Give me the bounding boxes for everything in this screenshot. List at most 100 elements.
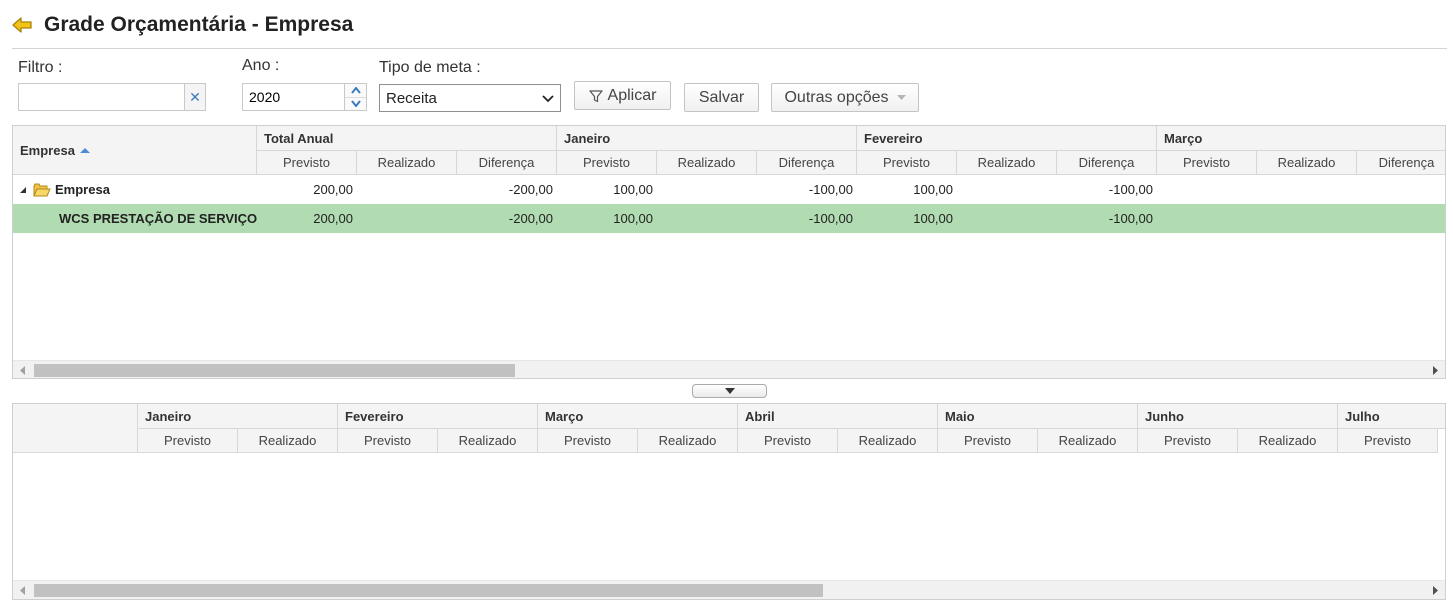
group-header-janeiro: Janeiro	[138, 404, 338, 429]
grid2-sub-header-row: Previsto Realizado Previsto Realizado Pr…	[138, 429, 1438, 453]
scroll-left-icon[interactable]	[13, 361, 33, 378]
horizontal-scrollbar[interactable]	[13, 580, 1445, 599]
ano-spinner	[345, 83, 367, 111]
group-header-abril: Abril	[738, 404, 938, 429]
sub-header-diferenca: Diferença	[457, 151, 557, 175]
group-header-marco: Março	[1157, 126, 1445, 151]
table-row-empresa[interactable]: Empresa 200,00 -200,00 100,00 -100,00 10…	[13, 175, 1445, 204]
ano-label: Ano :	[242, 57, 280, 74]
sub-header-realizado: Realizado	[1038, 429, 1138, 453]
sub-header-previsto: Previsto	[257, 151, 357, 175]
sub-header-realizado: Realizado	[1257, 151, 1357, 175]
cell-janeiro-diferenca: -100,00	[808, 182, 853, 197]
chevron-down-icon[interactable]	[345, 96, 366, 111]
cell-marco-previsto	[1157, 204, 1257, 233]
sub-header-previsto: Previsto	[938, 429, 1038, 453]
cell-total-previsto: 200,00	[313, 211, 353, 226]
aplicar-label: Aplicar	[607, 86, 657, 104]
sub-header-diferenca: Diferença	[757, 151, 857, 175]
chevron-up-icon[interactable]	[345, 84, 366, 97]
sub-header-diferenca: Diferença	[1357, 151, 1445, 175]
cell-fevereiro-realizado	[957, 175, 1057, 204]
sub-header-previsto: Previsto	[1138, 429, 1238, 453]
filtro-field: ✕	[18, 83, 206, 111]
sub-header-realizado: Realizado	[638, 429, 738, 453]
cell-janeiro-realizado	[657, 175, 757, 204]
grid1-sub-header-row: Previsto Realizado Diferença Previsto Re…	[257, 151, 1445, 175]
table-row-wcs[interactable]: WCS PRESTAÇÃO DE SERVIÇOS 200,00 -200,00…	[13, 204, 1445, 233]
ano-input[interactable]	[242, 83, 345, 111]
cell-total-previsto: 200,00	[313, 182, 353, 197]
cell-marco-diferenca	[1357, 175, 1445, 204]
chevron-down-icon	[896, 94, 906, 101]
group-header-julho: Julho	[1338, 404, 1445, 429]
title-divider	[12, 48, 1447, 49]
cell-total-realizado	[357, 175, 457, 204]
sub-header-previsto: Previsto	[1338, 429, 1438, 453]
scrollbar-thumb[interactable]	[34, 364, 515, 377]
page-title: Grade Orçamentária - Empresa	[44, 13, 354, 36]
sub-header-previsto: Previsto	[138, 429, 238, 453]
group-header-maio: Maio	[938, 404, 1138, 429]
sub-header-realizado: Realizado	[957, 151, 1057, 175]
group-header-marco: Março	[538, 404, 738, 429]
salvar-button[interactable]: Salvar	[684, 83, 759, 112]
row-name-cell: WCS PRESTAÇÃO DE SERVIÇOS	[13, 204, 257, 233]
sub-header-previsto: Previsto	[1157, 151, 1257, 175]
filtro-label: Filtro :	[18, 59, 63, 76]
back-arrow-icon[interactable]	[12, 16, 34, 34]
title-bar: Grade Orçamentária - Empresa	[12, 8, 353, 42]
close-icon[interactable]: ✕	[184, 83, 206, 111]
scrollbar-thumb[interactable]	[34, 584, 823, 597]
panel-splitter-toggle[interactable]	[692, 384, 767, 398]
cell-janeiro-previsto: 100,00	[613, 211, 653, 226]
group-header-fevereiro: Fevereiro	[338, 404, 538, 429]
sub-header-realizado: Realizado	[1238, 429, 1338, 453]
aplicar-button[interactable]: Aplicar	[574, 81, 671, 110]
tipo-meta-label: Tipo de meta :	[379, 59, 481, 76]
sub-header-previsto: Previsto	[557, 151, 657, 175]
filter-icon	[588, 89, 603, 103]
grid2-corner-header	[13, 404, 138, 453]
sub-header-realizado: Realizado	[838, 429, 938, 453]
sub-header-previsto: Previsto	[538, 429, 638, 453]
monthly-grid: Janeiro Fevereiro Março Abril Maio Junho…	[12, 403, 1446, 600]
sub-header-realizado: Realizado	[657, 151, 757, 175]
ano-field	[242, 83, 367, 111]
cell-janeiro-realizado	[657, 204, 757, 233]
cell-fevereiro-previsto: 100,00	[913, 211, 953, 226]
sub-header-diferenca: Diferença	[1057, 151, 1157, 175]
group-header-total-anual: Total Anual	[257, 126, 557, 151]
expand-triangle-icon[interactable]	[19, 186, 27, 194]
sub-header-previsto: Previsto	[338, 429, 438, 453]
sub-header-realizado: Realizado	[238, 429, 338, 453]
cell-fevereiro-diferenca: -100,00	[1108, 182, 1153, 197]
grid1-group-header-row: Total Anual Janeiro Fevereiro Março	[257, 126, 1445, 151]
scroll-right-icon[interactable]	[1425, 581, 1445, 599]
cell-janeiro-diferenca: -100,00	[808, 211, 853, 226]
scroll-right-icon[interactable]	[1425, 361, 1445, 378]
sub-header-realizado: Realizado	[357, 151, 457, 175]
empresa-column-header[interactable]: Empresa	[13, 126, 257, 175]
row-name-label: Empresa	[55, 182, 110, 197]
chevron-down-icon	[542, 90, 554, 107]
filtro-input[interactable]	[18, 83, 184, 111]
chevron-down-icon	[724, 388, 735, 394]
empresa-header-label: Empresa	[20, 142, 75, 158]
cell-marco-realizado	[1257, 175, 1357, 204]
outras-opcoes-button[interactable]: Outras opções	[771, 83, 919, 112]
folder-icon	[33, 182, 51, 198]
tipo-meta-select[interactable]: Receita	[379, 84, 561, 112]
row-name-cell: Empresa	[13, 175, 257, 204]
budget-grid: Empresa Total Anual Janeiro Fevereiro Ma…	[12, 125, 1446, 379]
sub-header-realizado: Realizado	[438, 429, 538, 453]
scroll-left-icon[interactable]	[13, 581, 33, 599]
cell-marco-realizado	[1257, 204, 1357, 233]
cell-fevereiro-diferenca: -100,00	[1108, 211, 1153, 226]
outras-opcoes-label: Outras opções	[784, 88, 889, 106]
cell-marco-diferenca	[1357, 204, 1445, 233]
cell-fevereiro-previsto: 100,00	[913, 182, 953, 197]
grid2-group-header-row: Janeiro Fevereiro Março Abril Maio Junho…	[138, 404, 1445, 429]
sub-header-previsto: Previsto	[857, 151, 957, 175]
horizontal-scrollbar[interactable]	[13, 360, 1445, 378]
